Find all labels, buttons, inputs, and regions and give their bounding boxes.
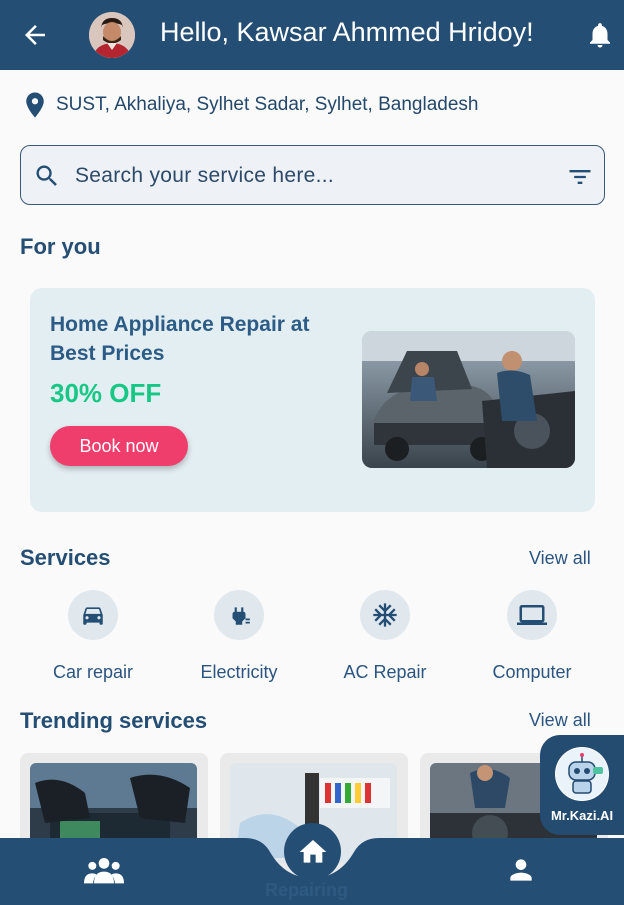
people-icon <box>84 858 124 884</box>
promo-image <box>362 331 575 468</box>
bottom-navigation: Repairing <box>0 823 624 905</box>
services-view-all-link[interactable]: View all <box>529 548 591 569</box>
map-pin-icon <box>26 92 44 118</box>
service-computer[interactable]: Computer <box>472 590 592 683</box>
notification-button[interactable] <box>585 20 615 50</box>
trending-view-all-link[interactable]: View all <box>529 710 591 731</box>
nav-home[interactable] <box>284 823 341 880</box>
search-icon <box>36 165 57 186</box>
avatar[interactable] <box>89 12 135 58</box>
greeting-text: Hello, Kawsar Ahmmed Hridoy! <box>160 17 534 47</box>
filter-icon[interactable] <box>566 163 594 191</box>
search-input[interactable] <box>75 160 545 192</box>
services-title: Services <box>20 545 111 570</box>
promo-card[interactable]: Home Appliance Repair at Best Prices 30%… <box>30 288 595 512</box>
promo-discount: 30% OFF <box>50 378 162 408</box>
trending-title: Trending services <box>20 708 208 733</box>
power-plug-icon <box>232 607 250 625</box>
for-you-title: For you <box>20 234 101 259</box>
service-label: Computer <box>492 662 572 682</box>
service-icon-container <box>214 590 264 640</box>
person-icon <box>510 859 532 881</box>
service-icon-container <box>68 590 118 640</box>
nav-caption: Repairing <box>265 880 349 900</box>
service-label: Car repair <box>52 662 134 682</box>
ai-assistant-label: Mr.Kazi.AI <box>550 808 614 823</box>
service-car-repair[interactable]: Car repair <box>33 590 153 683</box>
robot-icon <box>555 747 609 801</box>
book-now-button[interactable]: Book now <box>50 426 188 466</box>
service-icon-container <box>360 590 410 640</box>
bell-icon <box>590 23 610 48</box>
car-icon <box>83 607 103 625</box>
service-ac-repair[interactable]: AC Repair <box>325 590 445 683</box>
service-label: Electricity <box>200 662 278 682</box>
app-bar: Hello, Kawsar Ahmmed Hridoy! <box>0 0 624 70</box>
location-text: SUST, Akhaliya, Sylhet Sadar, Sylhet, Ba… <box>56 94 479 115</box>
nav-community[interactable] <box>79 850 129 890</box>
home-icon <box>299 839 326 863</box>
promo-title: Home Appliance Repair at Best Prices <box>50 313 310 365</box>
snowflake-icon <box>373 603 397 627</box>
arrow-left-icon <box>25 25 45 45</box>
service-electricity[interactable]: Electricity <box>179 590 299 683</box>
search-bar[interactable] <box>20 145 605 205</box>
nav-profile[interactable] <box>496 850 546 890</box>
back-button[interactable] <box>20 20 50 50</box>
laptop-icon <box>517 605 547 625</box>
service-label: AC Repair <box>343 662 427 682</box>
location-row[interactable]: SUST, Akhaliya, Sylhet Sadar, Sylhet, Ba… <box>20 88 478 122</box>
ai-assistant-button[interactable]: Mr.Kazi.AI <box>540 735 624 835</box>
service-icon-container <box>507 590 557 640</box>
